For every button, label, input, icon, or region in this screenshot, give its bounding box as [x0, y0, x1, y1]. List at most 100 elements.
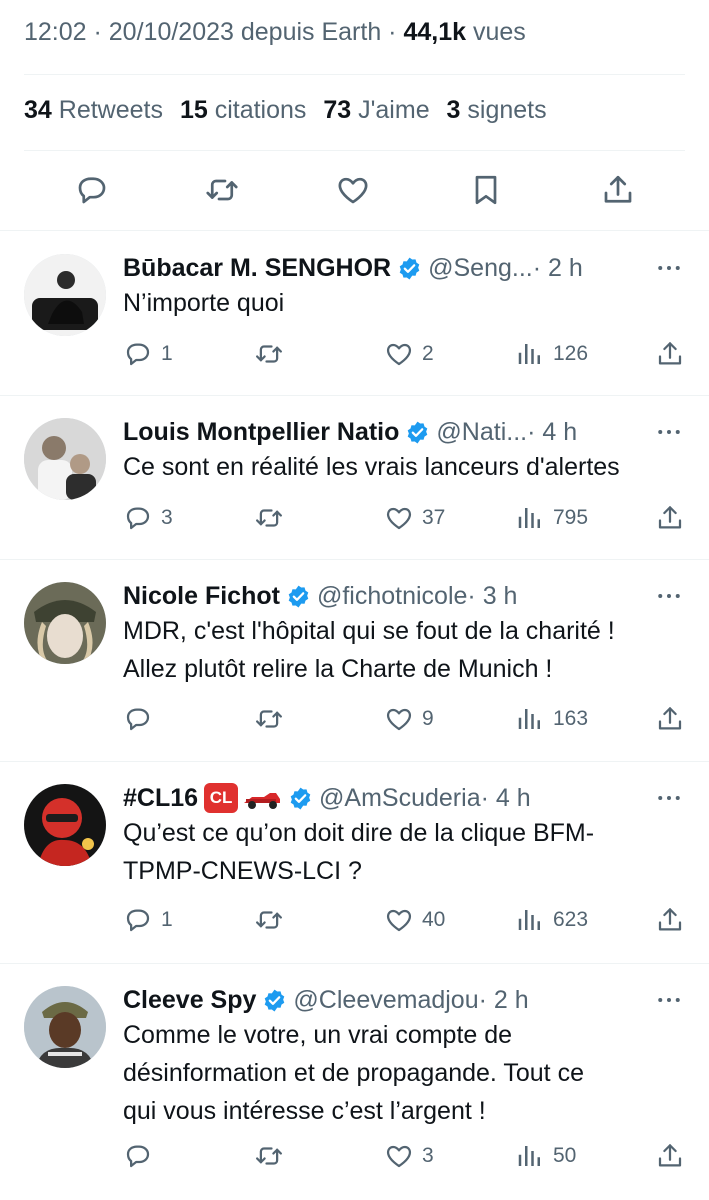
like-button[interactable]: 3 — [384, 1139, 434, 1173]
divider — [24, 150, 685, 151]
more-button[interactable] — [653, 252, 685, 284]
share-button[interactable] — [655, 337, 685, 371]
views-button[interactable]: 795 — [515, 501, 588, 535]
more-button[interactable] — [653, 782, 685, 814]
author-name[interactable]: Būbacar M. SENGHOR — [123, 254, 391, 283]
avatar[interactable] — [24, 986, 106, 1068]
views-button[interactable]: 623 — [515, 903, 588, 937]
stat-label: Retweets — [51, 96, 163, 124]
like-button[interactable]: 37 — [384, 501, 445, 535]
reply-button[interactable]: 1 — [123, 903, 173, 937]
retweet-button[interactable] — [254, 501, 292, 535]
reply-item[interactable]: Nicole Fichot @fichotnicole · 3 h MDR, c… — [0, 560, 709, 760]
stat-retweets[interactable]: 34 Retweets — [24, 96, 163, 124]
reply-button[interactable] — [123, 1139, 161, 1173]
author-handle[interactable]: @Seng... — [428, 254, 533, 283]
reply-button[interactable] — [123, 702, 161, 736]
author-name[interactable]: Louis Montpellier Natio — [123, 418, 399, 447]
views-button[interactable]: 163 — [515, 702, 588, 736]
heart-icon — [384, 704, 414, 734]
reply-button[interactable] — [72, 170, 112, 210]
reply-text-line: Qu’est ce qu’on doit dire de la clique B… — [123, 819, 595, 847]
share-button[interactable] — [655, 903, 685, 937]
author-name[interactable]: Cleeve Spy — [123, 986, 256, 1015]
verified-badge-icon — [405, 420, 430, 445]
share-button[interactable] — [655, 702, 685, 736]
views-button[interactable]: 126 — [515, 337, 588, 371]
reply-item[interactable]: #CL16 CL @AmScuderia · 4 h Qu’est ce qu’… — [0, 762, 709, 962]
more-icon — [654, 581, 684, 611]
heart-icon — [384, 905, 414, 935]
share-button[interactable] — [655, 501, 685, 535]
bookmark-button[interactable] — [466, 170, 506, 210]
reply-button[interactable]: 1 — [123, 337, 173, 371]
avatar-image — [24, 418, 106, 500]
avatar[interactable] — [24, 418, 106, 500]
stat-count: 15 — [179, 96, 208, 124]
reply-count: 3 — [161, 506, 173, 529]
author-name[interactable]: Nicole Fichot — [123, 582, 280, 611]
like-count: 37 — [422, 506, 446, 529]
stat-likes[interactable]: 73 J'aime — [323, 96, 429, 124]
views-icon — [515, 704, 545, 734]
share-icon — [655, 1141, 685, 1171]
reply-text-line: désinformation et de propagande. Tout ce — [123, 1059, 584, 1087]
retweet-button[interactable] — [254, 903, 292, 937]
verified-badge-icon — [262, 988, 287, 1013]
reply-time[interactable]: · 2 h — [479, 986, 529, 1015]
reply-time[interactable]: · 4 h — [527, 418, 577, 447]
verified-badge-icon — [286, 584, 311, 609]
reply-item[interactable]: Louis Montpellier Natio @Nati... · 4 h C… — [0, 396, 709, 558]
views-button[interactable]: 50 — [515, 1139, 576, 1173]
like-button[interactable]: 9 — [384, 702, 434, 736]
author-name[interactable]: #CL16 — [123, 784, 198, 813]
like-button[interactable] — [333, 170, 373, 210]
like-button[interactable]: 2 — [384, 337, 434, 371]
reply-header: #CL16 CL @AmScuderia · 4 h — [123, 780, 685, 816]
reply-time[interactable]: · 2 h — [533, 254, 583, 283]
like-count: 40 — [422, 908, 446, 931]
author-handle[interactable]: @Nati... — [436, 418, 527, 447]
retweet-button[interactable] — [254, 337, 292, 371]
share-button[interactable] — [655, 1139, 685, 1173]
separator: · — [381, 18, 404, 46]
views-icon — [515, 905, 545, 935]
tweet-date[interactable]: 20/10/2023 — [109, 18, 234, 46]
retweet-icon — [254, 503, 284, 533]
author-handle[interactable]: @fichotnicole — [317, 582, 467, 611]
reply-time[interactable]: · 4 h — [481, 784, 531, 813]
reply-button[interactable]: 3 — [123, 501, 173, 535]
bookmark-icon — [468, 172, 504, 208]
retweet-button[interactable] — [202, 170, 242, 210]
tweet-actions — [0, 170, 709, 216]
reply-icon — [123, 704, 153, 734]
tweet-meta: 12:02 · 20/10/2023 depuis Earth · 44,1k … — [24, 18, 526, 47]
views-label: vues — [466, 18, 526, 46]
stat-bookmarks[interactable]: 3 signets — [447, 96, 547, 124]
retweet-button[interactable] — [254, 1139, 292, 1173]
author-handle[interactable]: @Cleevemadjou — [293, 986, 478, 1015]
reply-time[interactable]: · 3 h — [467, 582, 517, 611]
more-button[interactable] — [653, 580, 685, 612]
reply-icon — [74, 172, 110, 208]
share-icon — [655, 339, 685, 369]
share-button[interactable] — [598, 170, 638, 210]
avatar[interactable] — [24, 254, 106, 336]
more-button[interactable] — [653, 416, 685, 448]
author-handle[interactable]: @AmScuderia — [319, 784, 481, 813]
tweet-time: 12:02 — [24, 18, 87, 46]
stat-quotes[interactable]: 15 citations — [180, 96, 306, 124]
more-button[interactable] — [653, 984, 685, 1016]
retweet-button[interactable] — [254, 702, 292, 736]
reply-item[interactable]: Cleeve Spy @Cleevemadjou · 2 h Comme le … — [0, 964, 709, 1200]
reply-item[interactable]: Būbacar M. SENGHOR @Seng... · 2 h N’impo… — [0, 232, 709, 394]
view-count: 126 — [553, 342, 589, 365]
like-button[interactable]: 40 — [384, 903, 445, 937]
avatar[interactable] — [24, 784, 106, 866]
heart-icon — [335, 172, 371, 208]
more-icon — [654, 417, 684, 447]
more-icon — [654, 985, 684, 1015]
heart-icon — [384, 1141, 414, 1171]
avatar[interactable] — [24, 582, 106, 664]
reply-actions: 3 50 — [0, 1139, 709, 1173]
